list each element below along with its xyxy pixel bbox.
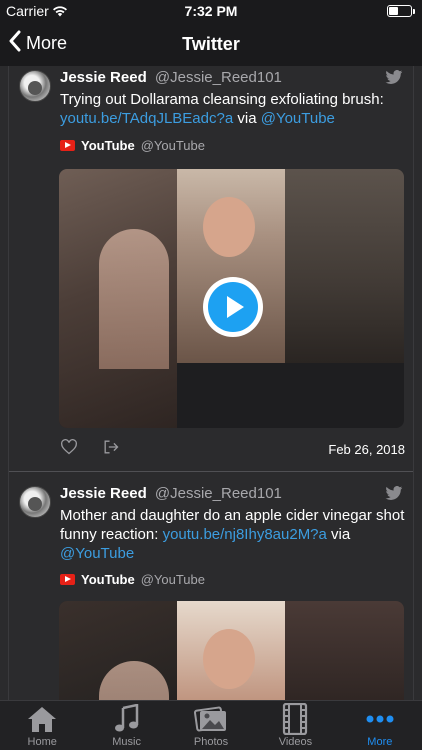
- home-icon: [26, 702, 58, 736]
- tab-label: Photos: [193, 736, 229, 748]
- tweet-feed[interactable]: Jessie Reed @Jessie_Reed101 Trying out D…: [0, 66, 422, 700]
- more-icon: [365, 702, 395, 736]
- author-handle[interactable]: @Jessie_Reed101: [155, 69, 282, 86]
- tweet-mention[interactable]: @YouTube: [60, 545, 134, 562]
- tweet-card[interactable]: Jessie Reed @Jessie_Reed101 Trying out D…: [9, 66, 413, 472]
- card-source-handle: @YouTube: [140, 138, 205, 153]
- tab-label: Music: [112, 736, 141, 748]
- tweet-link[interactable]: youtu.be/nj8Ihy8au2M?a: [163, 526, 327, 543]
- tab-home[interactable]: Home: [0, 701, 84, 750]
- tab-label: Home: [27, 736, 57, 748]
- tweet-via: via: [237, 110, 257, 127]
- card-source[interactable]: YouTube @YouTube: [60, 572, 205, 587]
- photos-icon: [194, 702, 228, 736]
- youtube-logo-icon: [60, 574, 75, 585]
- divider: [9, 471, 413, 472]
- music-icon: [113, 702, 141, 736]
- clock: 7:32 PM: [184, 3, 238, 19]
- author-handle[interactable]: @Jessie_Reed101: [155, 485, 282, 502]
- tweet-link[interactable]: youtu.be/TAdqJLBEadc?a: [60, 110, 233, 127]
- tweet-date: Feb 26, 2018: [328, 442, 405, 457]
- video-frame: [285, 601, 404, 700]
- card-source-name: YouTube: [81, 138, 135, 153]
- video-thumbnail[interactable]: [59, 601, 404, 700]
- tweet-card[interactable]: Jessie Reed @Jessie_Reed101 Mother and d…: [9, 482, 413, 700]
- videos-icon: [282, 702, 308, 736]
- avatar[interactable]: [19, 486, 51, 518]
- status-bar: Carrier 7:32 PM: [0, 0, 422, 22]
- tab-label: More: [367, 736, 393, 748]
- twitter-bird-icon[interactable]: [385, 70, 403, 90]
- heart-icon[interactable]: [60, 439, 78, 458]
- tab-more[interactable]: More: [338, 701, 422, 750]
- card-source-name: YouTube: [81, 572, 135, 587]
- tab-videos[interactable]: Videos: [253, 701, 337, 750]
- tweet-via: via: [331, 526, 351, 543]
- video-frame: [59, 169, 177, 428]
- tweet-text: Trying out Dollarama cleansing exfoliati…: [60, 90, 405, 128]
- play-button-icon[interactable]: [203, 277, 263, 337]
- youtube-logo-icon: [60, 140, 75, 151]
- video-frame: [59, 601, 177, 700]
- twitter-bird-icon[interactable]: [385, 486, 403, 506]
- video-frame: [177, 601, 285, 700]
- author-name[interactable]: Jessie Reed: [60, 485, 147, 502]
- tweet-text: Mother and daughter do an apple cider vi…: [60, 506, 405, 563]
- card-source-handle: @YouTube: [140, 572, 205, 587]
- avatar[interactable]: [19, 70, 51, 102]
- tweet-header: Jessie Reed @Jessie_Reed101: [60, 485, 282, 502]
- tweet-header: Jessie Reed @Jessie_Reed101: [60, 69, 282, 86]
- tweet-actions: Feb 26, 2018: [60, 439, 405, 459]
- tab-bar: Home Music Photos Videos More: [0, 700, 422, 750]
- card-source[interactable]: YouTube @YouTube: [60, 138, 205, 153]
- tab-photos[interactable]: Photos: [169, 701, 253, 750]
- tweet-body: Trying out Dollarama cleansing exfoliati…: [60, 91, 384, 108]
- video-frame: [285, 169, 404, 363]
- battery-icon: [387, 5, 415, 17]
- tab-label: Videos: [278, 736, 313, 748]
- navigation-bar: More Twitter: [0, 22, 422, 66]
- video-thumbnail[interactable]: [59, 169, 404, 428]
- author-name[interactable]: Jessie Reed: [60, 69, 147, 86]
- tab-music[interactable]: Music: [84, 701, 168, 750]
- tweet-mention[interactable]: @YouTube: [261, 110, 335, 127]
- share-icon[interactable]: [102, 439, 120, 458]
- page-title: Twitter: [182, 34, 240, 54]
